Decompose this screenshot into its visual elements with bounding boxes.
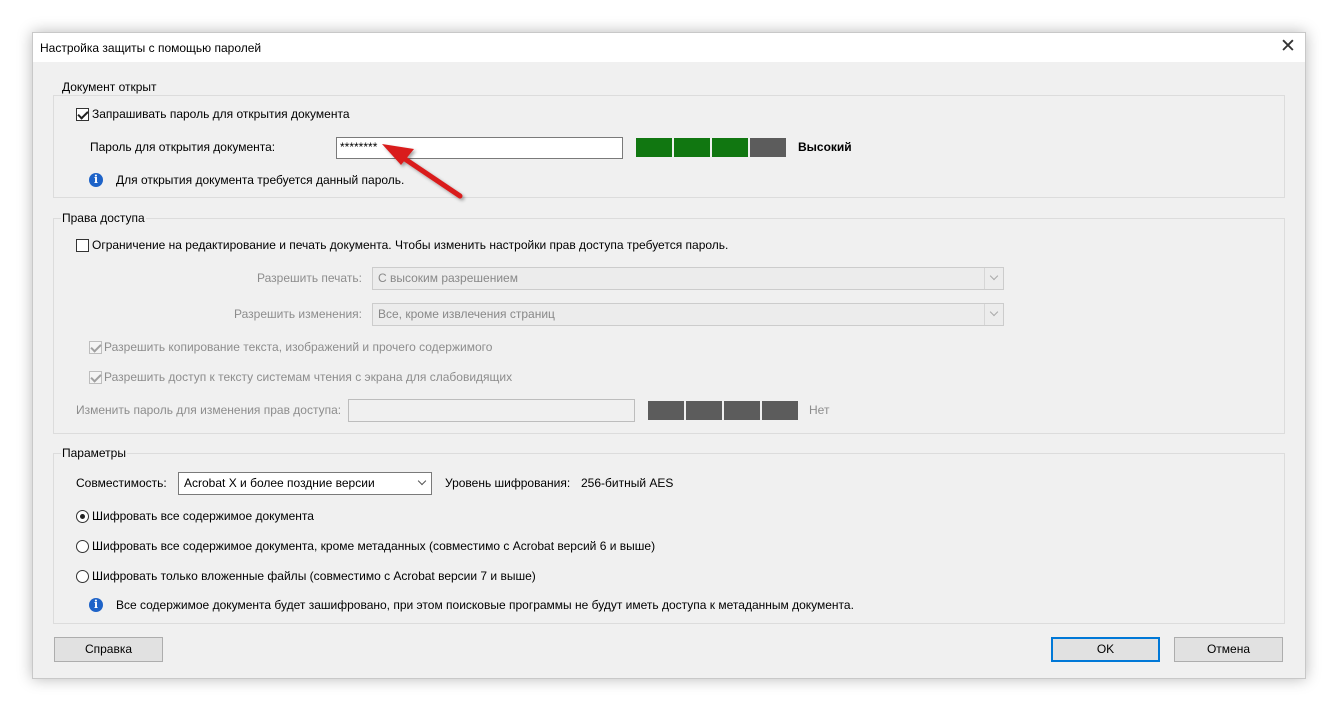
- changes-select-value: Все, кроме извлечения страниц: [378, 307, 555, 321]
- strength-segment: [636, 138, 672, 157]
- info-icon: i: [89, 173, 103, 187]
- compatibility-label: Совместимость:: [76, 476, 167, 490]
- print-select[interactable]: С высоким разрешением: [372, 267, 1004, 290]
- params-info-text: Все содержимое документа будет зашифрова…: [116, 598, 854, 612]
- strength-segment: [712, 138, 748, 157]
- permissions-legend: Права доступа: [61, 211, 146, 225]
- strength-segment: [762, 401, 798, 420]
- info-icon: i: [89, 598, 103, 612]
- document-open-legend: Документ открыт: [61, 80, 158, 94]
- print-label: Разрешить печать:: [257, 271, 362, 285]
- permissions-password-label: Изменить пароль для изменения прав досту…: [76, 403, 342, 417]
- encrypt-all-label[interactable]: Шифровать все содержимое документа: [92, 509, 314, 523]
- encryption-level-value: 256-битный AES: [581, 476, 674, 490]
- compatibility-select-value: Acrobat X и более поздние версии: [184, 476, 375, 490]
- encrypt-except-metadata-label[interactable]: Шифровать все содержимое документа, кром…: [92, 539, 655, 553]
- require-password-checkbox[interactable]: [76, 108, 89, 121]
- changes-label: Разрешить изменения:: [234, 307, 362, 321]
- encryption-level-label: Уровень шифрования:: [445, 476, 571, 490]
- restrict-editing-label[interactable]: Ограничение на редактирование и печать д…: [92, 238, 728, 252]
- ok-button[interactable]: OK: [1051, 637, 1160, 662]
- title-bar: Настройка защиты с помощью паролей ✕: [33, 33, 1305, 62]
- encrypt-all-radio[interactable]: [76, 510, 89, 523]
- allow-screen-reader-label[interactable]: Разрешить доступ к тексту системам чтени…: [104, 370, 512, 384]
- password-strength-meter: [636, 138, 788, 157]
- restrict-editing-checkbox[interactable]: [76, 239, 89, 252]
- close-icon[interactable]: ✕: [1277, 36, 1299, 58]
- strength-text: Высокий: [798, 140, 852, 154]
- parameters-legend: Параметры: [61, 446, 127, 460]
- strength-segment: [648, 401, 684, 420]
- password-security-dialog: Настройка защиты с помощью паролей ✕ Док…: [32, 32, 1306, 679]
- permissions-strength-text: Нет: [809, 403, 830, 417]
- encrypt-attachments-label[interactable]: Шифровать только вложенные файлы (совмес…: [92, 569, 536, 583]
- allow-copy-checkbox[interactable]: [89, 341, 102, 354]
- chevron-down-icon: [984, 268, 1003, 289]
- chevron-down-icon: [413, 473, 431, 494]
- open-info-text: Для открытия документа требуется данный …: [116, 173, 405, 187]
- dialog-title: Настройка защиты с помощью паролей: [40, 41, 262, 55]
- require-password-label[interactable]: Запрашивать пароль для открытия документ…: [92, 107, 350, 121]
- open-password-input[interactable]: ********: [336, 137, 623, 159]
- encrypt-except-metadata-radio[interactable]: [76, 540, 89, 553]
- cancel-button[interactable]: Отмена: [1174, 637, 1283, 662]
- strength-segment: [724, 401, 760, 420]
- chevron-down-icon: [984, 304, 1003, 325]
- permissions-password-input[interactable]: [348, 399, 635, 422]
- permissions-strength-meter: [648, 401, 800, 420]
- allow-copy-label[interactable]: Разрешить копирование текста, изображени…: [104, 340, 492, 354]
- strength-segment: [750, 138, 786, 157]
- help-button[interactable]: Справка: [54, 637, 163, 662]
- strength-segment: [674, 138, 710, 157]
- changes-select[interactable]: Все, кроме извлечения страниц: [372, 303, 1004, 326]
- encrypt-attachments-radio[interactable]: [76, 570, 89, 583]
- compatibility-select[interactable]: Acrobat X и более поздние версии: [178, 472, 432, 495]
- print-select-value: С высоким разрешением: [378, 271, 518, 285]
- allow-screen-reader-checkbox[interactable]: [89, 371, 102, 384]
- strength-segment: [686, 401, 722, 420]
- password-label: Пароль для открытия документа:: [90, 140, 276, 154]
